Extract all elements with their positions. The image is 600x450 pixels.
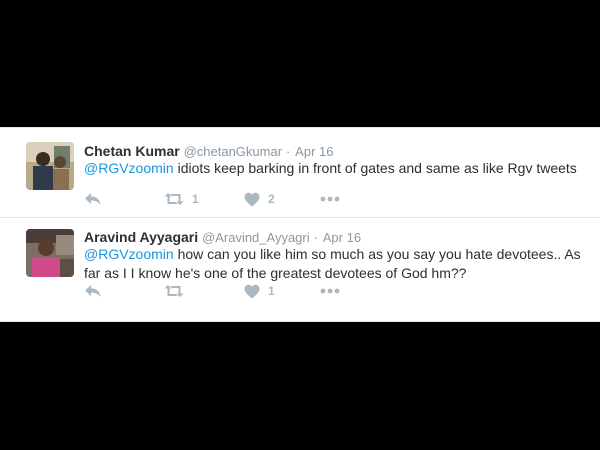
retweet-count: 1 [192,192,199,206]
tweet-actions: 1 [84,281,384,301]
tweet-actions: 1 2 [84,189,384,209]
tweet-timestamp[interactable]: Apr 16 [295,144,333,159]
reply-button[interactable] [84,189,102,209]
more-button[interactable] [320,281,340,301]
user-handle[interactable]: @Aravind_Ayyagri [202,230,310,245]
user-fullname[interactable]: Aravind Ayyagari [84,229,198,245]
tweet-body: idiots keep barking in front of gates an… [173,160,577,176]
reply-icon [84,191,102,207]
like-count: 1 [268,284,275,298]
user-handle[interactable]: @chetanGkumar [184,144,282,159]
tweet-text: @RGVzoomin how can you like him so much … [84,245,584,283]
tweet-item[interactable]: Chetan Kumar @chetanGkumar · Apr 16 @RGV… [0,128,600,216]
more-button[interactable] [320,189,340,209]
header-separator: · [313,230,318,245]
heart-icon [244,284,260,299]
user-fullname[interactable]: Chetan Kumar [84,143,180,159]
tweet-header: Chetan Kumar @chetanGkumar · Apr 16 [84,143,333,160]
more-dots-icon [320,288,340,294]
tweet-timestamp[interactable]: Apr 16 [323,230,361,245]
retweet-icon [164,191,184,207]
mention-link[interactable]: @RGVzoomin [84,160,174,176]
tweet-text: @RGVzoomin idiots keep barking in front … [84,159,584,178]
retweet-button[interactable] [164,281,192,301]
header-separator: · [285,144,291,159]
like-count: 2 [268,192,275,206]
heart-icon [244,192,260,207]
mention-link[interactable]: @RGVzoomin [84,246,174,262]
tweet-item[interactable]: Aravind Ayyagari @Aravind_Ayyagri · Apr … [0,217,600,321]
more-dots-icon [320,196,340,202]
like-button[interactable]: 2 [244,189,275,209]
screenshot-frame: Chetan Kumar @chetanGkumar · Apr 16 @RGV… [0,0,600,450]
like-button[interactable]: 1 [244,281,275,301]
avatar[interactable] [26,229,74,277]
reply-button[interactable] [84,281,102,301]
reply-icon [84,283,102,299]
retweet-button[interactable]: 1 [164,189,199,209]
avatar[interactable] [26,142,74,190]
tweet-list: Chetan Kumar @chetanGkumar · Apr 16 @RGV… [0,127,600,322]
retweet-icon [164,283,184,299]
tweet-header: Aravind Ayyagari @Aravind_Ayyagri · Apr … [84,229,361,246]
